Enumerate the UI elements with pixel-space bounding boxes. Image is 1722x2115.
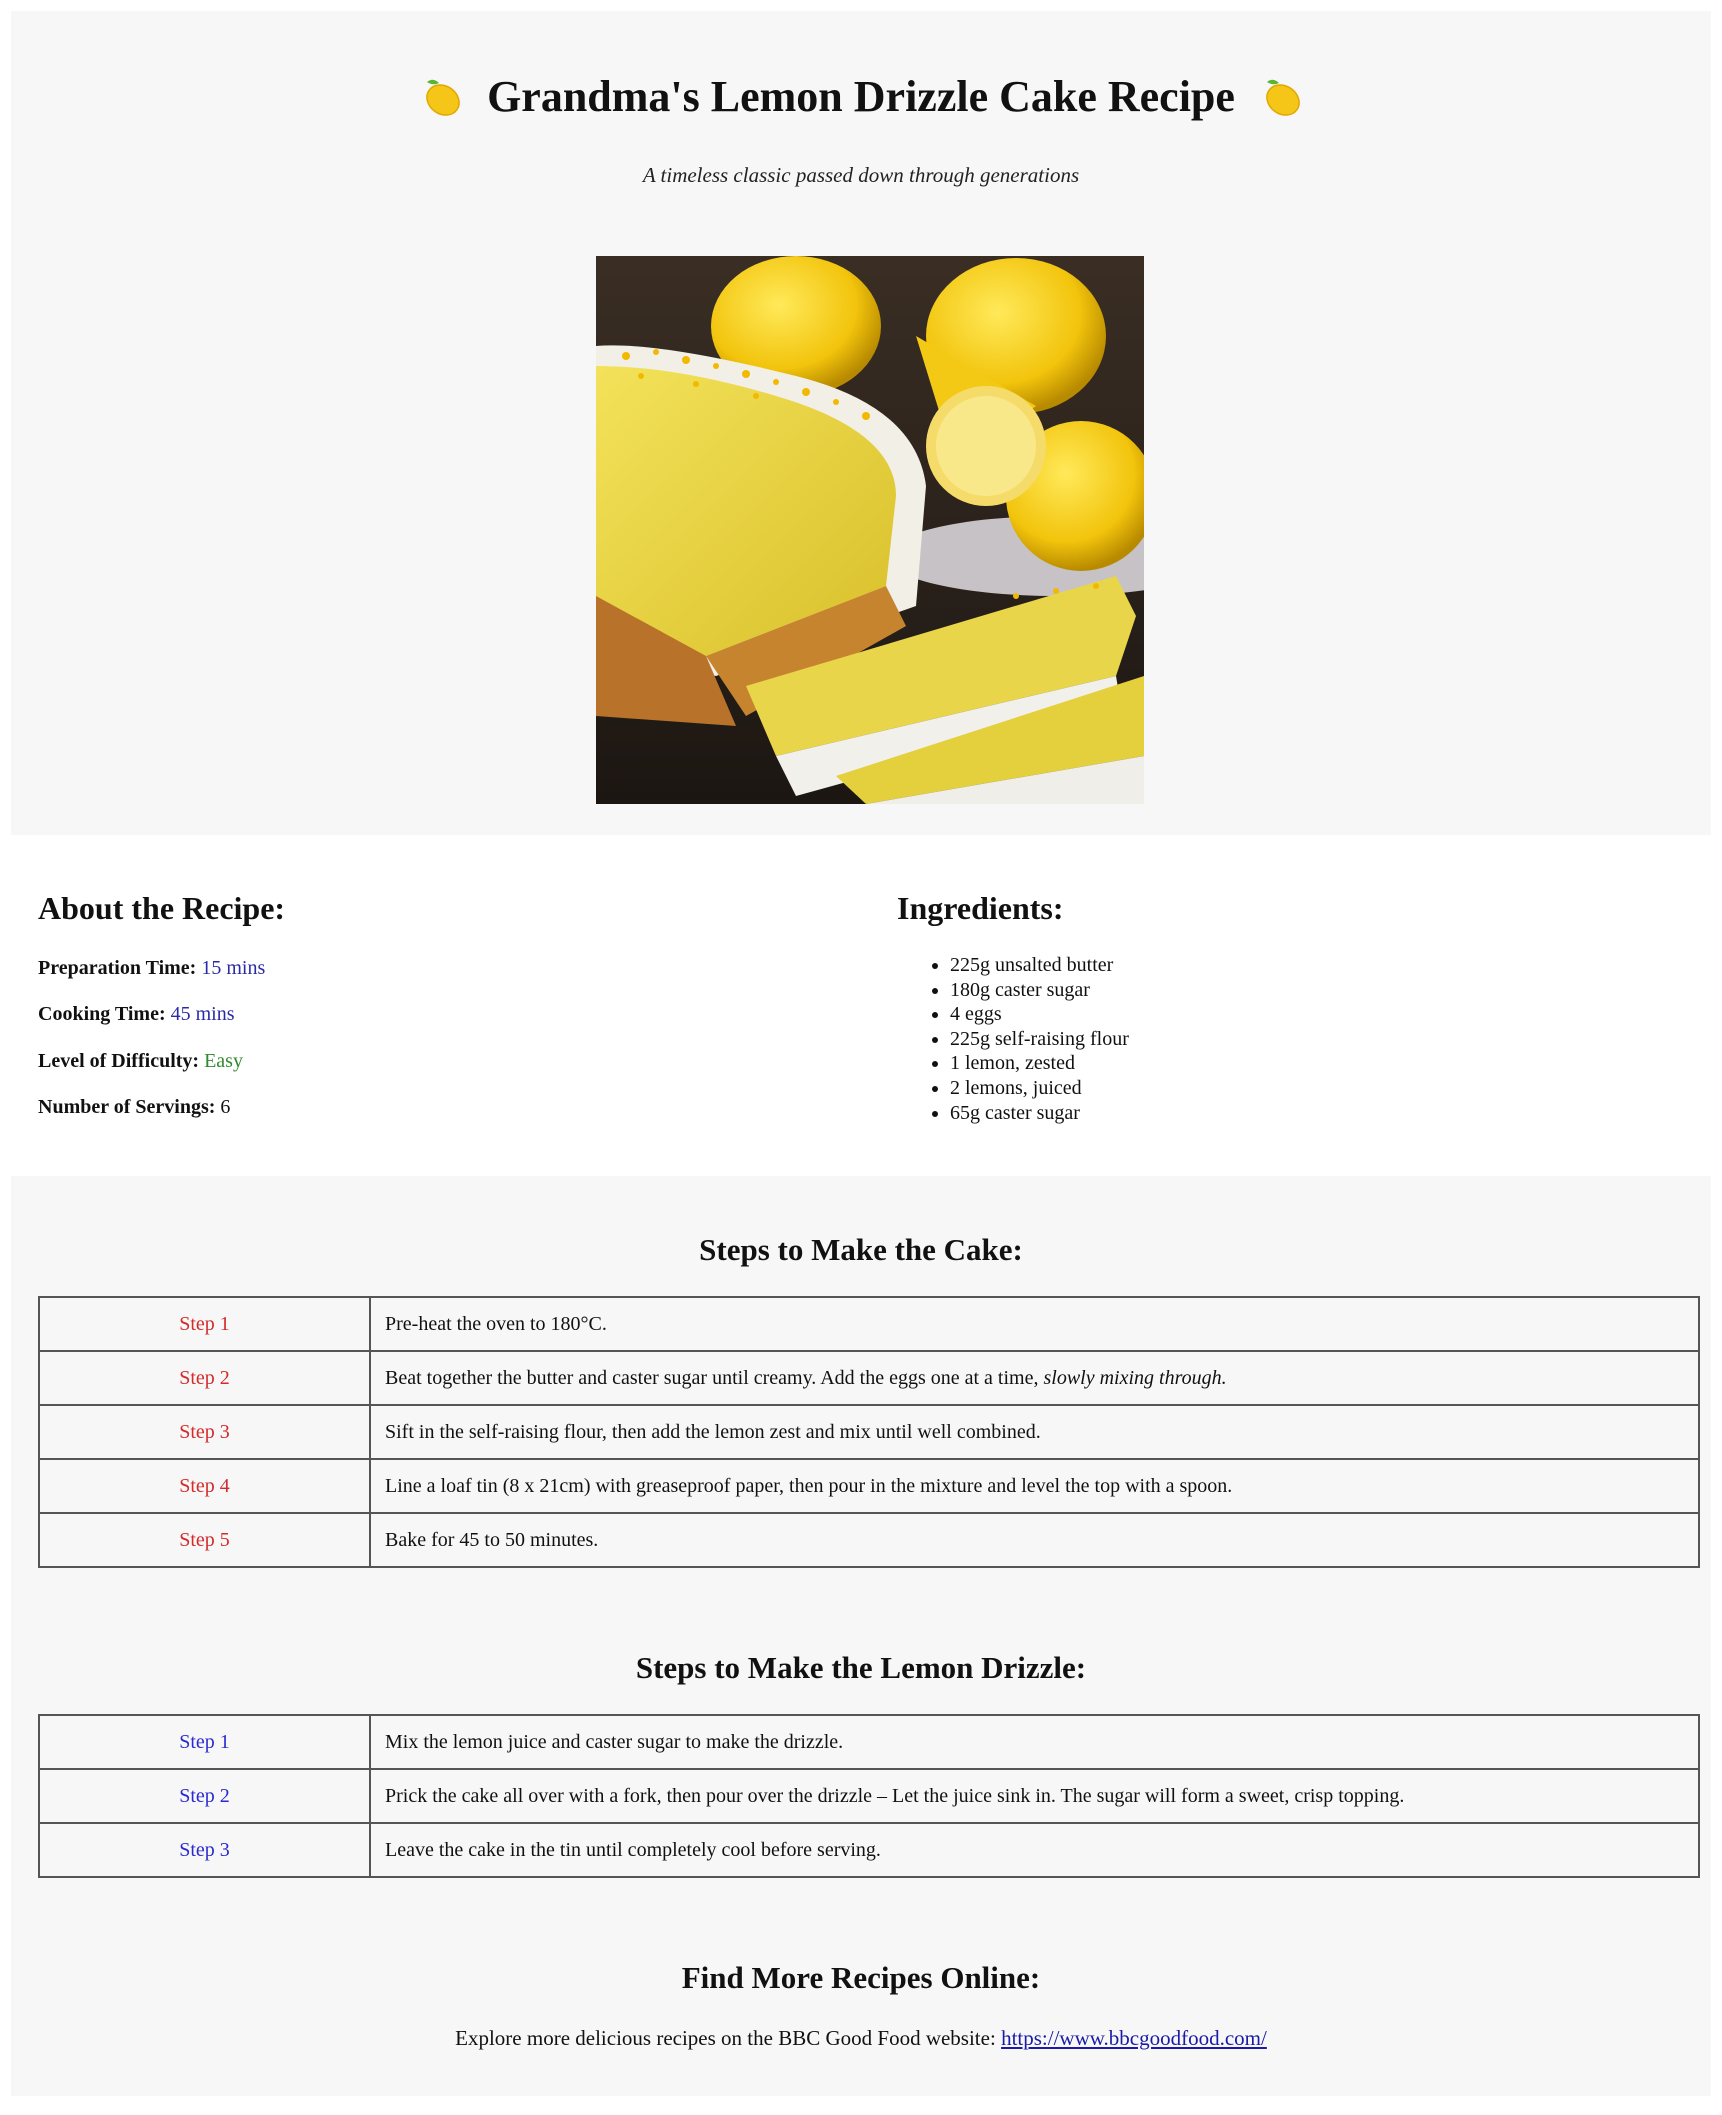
ingredient-item: 180g caster sugar (950, 978, 1129, 1003)
ingredient-item: 65g caster sugar (950, 1101, 1129, 1126)
ingredients-list: 225g unsalted butter 180g caster sugar 4… (920, 953, 1129, 1125)
step-label: Step 2 (38, 1350, 371, 1406)
steps-panel: Steps to Make the Cake: Step 1 Pre-heat … (11, 1176, 1711, 2096)
step-text-emphasis: slowly mixing through. (1043, 1366, 1227, 1389)
ingredient-item: 225g unsalted butter (950, 953, 1129, 978)
difficulty-label: Level of Difficulty: (38, 1050, 200, 1072)
difficulty: Level of Difficulty: Easy (38, 1050, 243, 1073)
table-row: Step 3 Sift in the self-raising flour, t… (38, 1404, 1700, 1460)
cooking-time-label: Cooking Time: (38, 1003, 166, 1025)
step-text: Line a loaf tin (8 x 21cm) with greasepr… (369, 1458, 1700, 1514)
step-text: Mix the lemon juice and caster sugar to … (369, 1714, 1700, 1770)
servings-label: Number of Servings: (38, 1096, 216, 1118)
footer-text: Explore more delicious recipes on the BB… (11, 2026, 1711, 2051)
step-text: Leave the cake in the tin until complete… (369, 1822, 1700, 1878)
ingredient-item: 225g self-raising flour (950, 1027, 1129, 1052)
step-label: Step 3 (38, 1404, 371, 1460)
servings: Number of Servings: 6 (38, 1096, 230, 1119)
step-label: Step 2 (38, 1768, 371, 1824)
step-text: Beat together the butter and caster suga… (369, 1350, 1700, 1406)
step-text: Bake for 45 to 50 minutes. (369, 1512, 1700, 1568)
table-row: Step 1 Mix the lemon juice and caster su… (38, 1714, 1700, 1770)
prep-time-value: 15 mins (201, 957, 266, 979)
title-row: Grandma's Lemon Drizzle Cake Recipe (11, 71, 1711, 122)
lemon-icon (417, 73, 465, 121)
step-label: Step 1 (38, 1714, 371, 1770)
drizzle-steps-heading: Steps to Make the Lemon Drizzle: (635, 1650, 1087, 1685)
bbc-good-food-link[interactable]: https://www.bbcgoodfood.com/ (1001, 2026, 1267, 2050)
cake-steps-table: Step 1 Pre-heat the oven to 180°C. Step … (38, 1296, 1700, 1568)
table-row: Step 2 Beat together the butter and cast… (38, 1350, 1700, 1406)
difficulty-value: Easy (204, 1050, 243, 1072)
table-row: Step 4 Line a loaf tin (8 x 21cm) with g… (38, 1458, 1700, 1514)
table-row: Step 1 Pre-heat the oven to 180°C. (38, 1296, 1700, 1352)
table-row: Step 2 Prick the cake all over with a fo… (38, 1768, 1700, 1824)
step-label: Step 1 (38, 1296, 371, 1352)
table-row: Step 5 Bake for 45 to 50 minutes. (38, 1512, 1700, 1568)
cake-photo (596, 256, 1144, 804)
step-text-main: Beat together the butter and caster suga… (385, 1366, 1044, 1389)
table-row: Step 3 Leave the cake in the tin until c… (38, 1822, 1700, 1878)
ingredient-item: 2 lemons, juiced (950, 1076, 1129, 1101)
prep-time-label: Preparation Time: (38, 957, 197, 979)
lemon-icon (1257, 73, 1305, 121)
cooking-time-value: 45 mins (170, 1003, 235, 1025)
cooking-time: Cooking Time: 45 mins (38, 1003, 235, 1026)
ingredient-item: 1 lemon, zested (950, 1051, 1129, 1076)
cake-steps-heading: Steps to Make the Cake: (699, 1232, 1023, 1267)
page-title: Grandma's Lemon Drizzle Cake Recipe (487, 72, 1235, 121)
ingredients-heading: Ingredients: (897, 890, 1064, 926)
step-label: Step 5 (38, 1512, 371, 1568)
about-heading: About the Recipe: (38, 890, 286, 926)
servings-value: 6 (220, 1096, 231, 1118)
footer-description: Explore more delicious recipes on the BB… (455, 2026, 1002, 2050)
footer-heading: Find More Recipes Online: (681, 1960, 1041, 1995)
step-label: Step 3 (38, 1822, 371, 1878)
step-label: Step 4 (38, 1458, 371, 1514)
prep-time: Preparation Time: 15 mins (38, 957, 265, 980)
step-text: Sift in the self-raising flour, then add… (369, 1404, 1700, 1460)
drizzle-steps-table: Step 1 Mix the lemon juice and caster su… (38, 1714, 1700, 1878)
step-text: Prick the cake all over with a fork, the… (369, 1768, 1700, 1824)
step-text: Pre-heat the oven to 180°C. (369, 1296, 1700, 1352)
recipe-header: Grandma's Lemon Drizzle Cake Recipe A ti… (11, 11, 1711, 835)
page-subtitle: A timeless classic passed down through g… (642, 163, 1080, 187)
ingredient-item: 4 eggs (950, 1002, 1129, 1027)
